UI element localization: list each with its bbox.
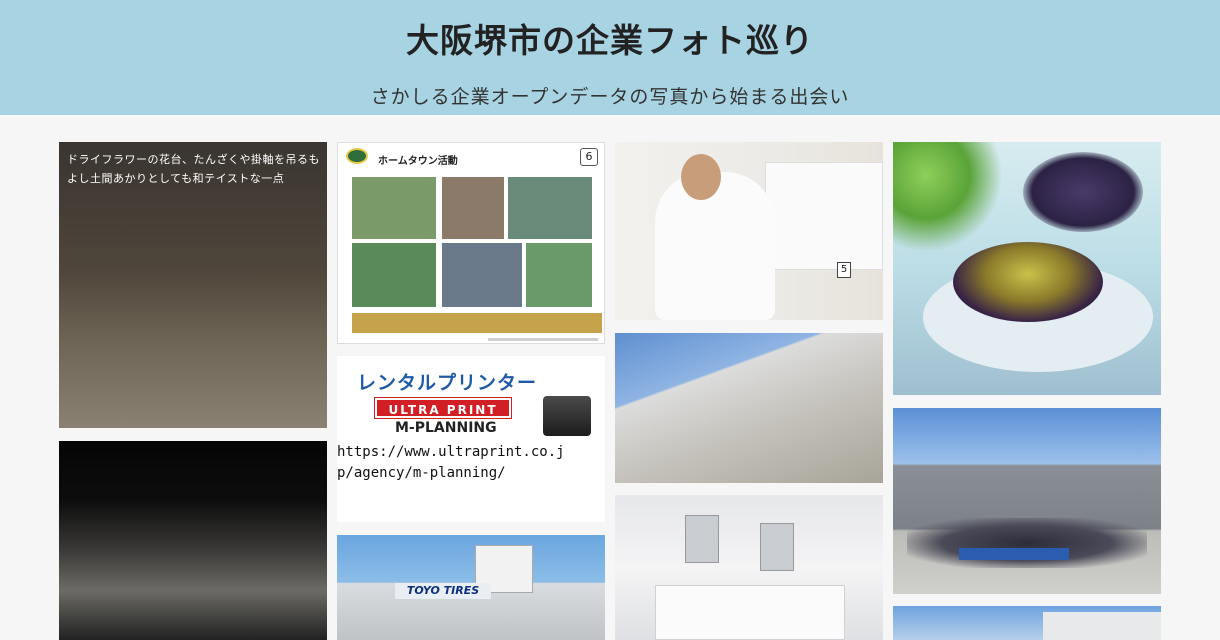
photo-eggplant-dish[interactable] bbox=[893, 142, 1161, 395]
activity-photo bbox=[352, 177, 436, 239]
rental-printer-ad[interactable]: レンタルプリンター ULTRA PRINT M-PLANNING https:/… bbox=[337, 356, 605, 522]
photo-washroom-sinks[interactable] bbox=[615, 495, 883, 640]
therapist-head bbox=[681, 154, 721, 200]
printer-icon bbox=[543, 396, 591, 436]
activity-photo bbox=[442, 177, 504, 239]
ad-title: レンタルプリンター bbox=[357, 372, 538, 394]
activity-photo bbox=[526, 243, 592, 307]
activity-heading: ホームタウン活動 bbox=[378, 156, 458, 167]
copyright-line bbox=[488, 338, 598, 341]
page-title: 大阪堺市の企業フォト巡り bbox=[406, 21, 814, 60]
page-number-badge: 5 bbox=[837, 262, 851, 278]
site-header: 大阪堺市の企業フォト巡り さかしる企業オープンデータの写真から始まる出会い bbox=[0, 0, 1220, 115]
sink-basin bbox=[655, 585, 845, 640]
sweet bbox=[1023, 152, 1143, 232]
photo-factory-group[interactable] bbox=[893, 408, 1161, 594]
dispenser bbox=[760, 523, 794, 571]
dispenser bbox=[685, 515, 719, 563]
photo-hometown-activity[interactable]: ホームタウン活動 6 bbox=[337, 142, 605, 344]
activity-photo bbox=[352, 243, 436, 307]
crowd bbox=[907, 518, 1147, 568]
activity-photo bbox=[508, 177, 592, 239]
therapist-figure bbox=[655, 172, 775, 320]
photo-tiled-building[interactable] bbox=[615, 333, 883, 483]
photo-toyo-tires-building[interactable]: TOYO TIRES bbox=[337, 535, 605, 640]
photo-building-sky[interactable] bbox=[893, 606, 1161, 640]
building bbox=[1043, 612, 1161, 640]
ad-company: M-PLANNING bbox=[395, 420, 497, 436]
maple-leaf bbox=[893, 142, 1003, 252]
wall-poster bbox=[765, 162, 883, 270]
photo-dried-flower-lantern[interactable]: ドライフラワーの花台、たんざくや掛軸を吊るもよし土間あかりとしても和テイストな一… bbox=[59, 142, 327, 428]
photo-massage-therapist[interactable]: 5 bbox=[615, 142, 883, 320]
eggplant bbox=[953, 242, 1103, 322]
ultra-print-logo: ULTRA PRINT bbox=[374, 397, 512, 419]
team-logo-icon bbox=[346, 148, 368, 164]
photo-dark-entrance[interactable] bbox=[59, 441, 327, 640]
page-number-badge: 6 bbox=[580, 148, 598, 166]
ad-url-link[interactable]: https://www.ultraprint.co.jp/agency/m-pl… bbox=[337, 442, 577, 484]
group-banner bbox=[959, 548, 1069, 560]
page-subtitle: さかしる企業オープンデータの写真から始まる出会い bbox=[370, 86, 850, 108]
toyo-tires-sign: TOYO TIRES bbox=[395, 583, 491, 599]
caption-band bbox=[352, 313, 602, 333]
photo-caption: ドライフラワーの花台、たんざくや掛軸を吊るもよし土間あかりとしても和テイストな一… bbox=[67, 153, 320, 185]
activity-photo bbox=[442, 243, 522, 307]
